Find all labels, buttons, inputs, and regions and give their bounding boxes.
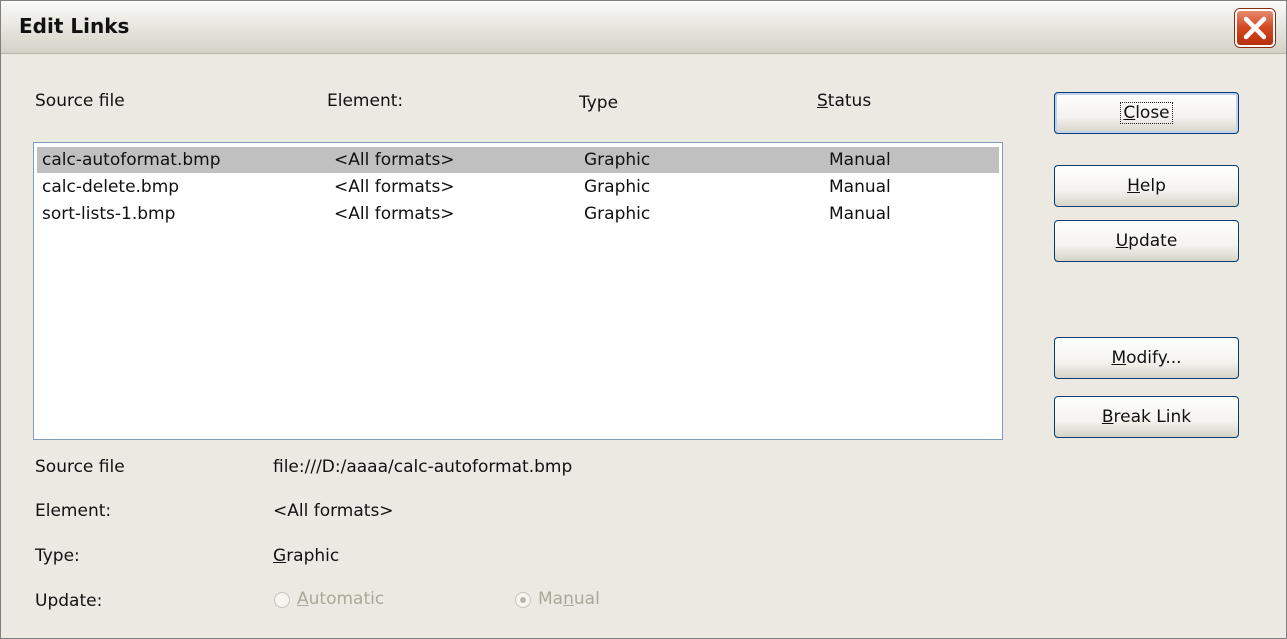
column-header-source-file[interactable]: Source file [35, 91, 125, 111]
row-element: <All formats> [334, 177, 455, 197]
type-value-rest: raphic [286, 546, 340, 566]
manual-radio-label: Manual [538, 589, 600, 609]
automatic-mnemonic: A [297, 589, 309, 609]
manual-radio[interactable] [515, 592, 531, 608]
modify-button[interactable]: Modify... [1054, 337, 1239, 379]
help-mnemonic: H [1127, 176, 1140, 196]
help-button[interactable]: Help [1054, 165, 1239, 207]
source-file-value: file:///D:/aaaa/calc-autoformat.bmp [273, 457, 573, 477]
close-mnemonic: C [1123, 103, 1136, 123]
list-item[interactable]: calc-autoformat.bmp <All formats> Graphi… [37, 147, 999, 173]
modify-label-rest: odify... [1126, 348, 1182, 368]
row-element: <All formats> [334, 150, 455, 170]
type-mnemonic: G [273, 546, 287, 566]
list-item[interactable]: calc-delete.bmp <All formats> Graphic Ma… [37, 174, 999, 200]
row-status: Manual [829, 177, 891, 197]
break-link-button[interactable]: Break Link [1054, 396, 1239, 438]
column-header-element[interactable]: Element: [327, 91, 403, 111]
element-label: Element: [35, 501, 112, 521]
update-button[interactable]: Update [1054, 220, 1239, 262]
status-label-rest: tatus [827, 91, 872, 111]
row-status: Manual [829, 150, 891, 170]
title-bar[interactable]: Edit Links [1, 1, 1286, 54]
modify-button-label: Modify... [1111, 348, 1181, 368]
close-window-button[interactable] [1235, 9, 1275, 47]
break-link-button-label: Break Link [1102, 407, 1191, 427]
row-source-file: calc-autoformat.bmp [42, 150, 221, 170]
row-source-file: sort-lists-1.bmp [42, 204, 176, 224]
element-value: <All formats> [273, 501, 394, 521]
source-file-label: Source file [35, 457, 125, 477]
row-source-file: calc-delete.bmp [42, 177, 180, 197]
radio-selected-dot [520, 597, 526, 603]
close-label-rest: lose [1135, 103, 1170, 123]
row-type: Graphic [584, 150, 651, 170]
manual-label-pre: Ma [538, 589, 564, 609]
status-mnemonic: S [817, 91, 828, 111]
column-header-type[interactable]: Type [579, 93, 618, 113]
update-button-label: Update [1116, 231, 1178, 251]
edit-links-dialog: Edit Links Source file Element: Type Sta… [0, 0, 1287, 639]
row-status: Manual [829, 204, 891, 224]
column-header-status[interactable]: Status [817, 91, 871, 111]
dialog-title: Edit Links [19, 14, 130, 38]
help-button-label: Help [1127, 176, 1166, 196]
modify-mnemonic: M [1111, 348, 1127, 368]
automatic-radio-label: Automatic [297, 589, 384, 609]
break-link-mnemonic: B [1101, 407, 1114, 427]
type-label: Type: [35, 546, 80, 566]
close-button[interactable]: Close [1054, 92, 1239, 134]
break-link-label-rest: reak Link [1113, 407, 1192, 427]
automatic-label-rest: utomatic [308, 589, 385, 609]
update-mnemonic: U [1115, 231, 1129, 251]
type-value: Graphic [273, 546, 339, 566]
close-x-icon [1243, 16, 1267, 40]
row-type: Graphic [584, 204, 651, 224]
update-label: Update: [35, 591, 103, 611]
list-item[interactable]: sort-lists-1.bmp <All formats> Graphic M… [37, 201, 999, 227]
row-type: Graphic [584, 177, 651, 197]
manual-mnemonic: n [563, 589, 574, 609]
links-list[interactable]: calc-autoformat.bmp <All formats> Graphi… [33, 142, 1003, 440]
row-element: <All formats> [334, 204, 455, 224]
manual-label-rest: ual [573, 589, 600, 609]
help-label-rest: elp [1139, 176, 1166, 196]
automatic-radio[interactable] [274, 592, 290, 608]
close-button-label: Close [1120, 102, 1173, 124]
update-label-rest: pdate [1128, 231, 1178, 251]
